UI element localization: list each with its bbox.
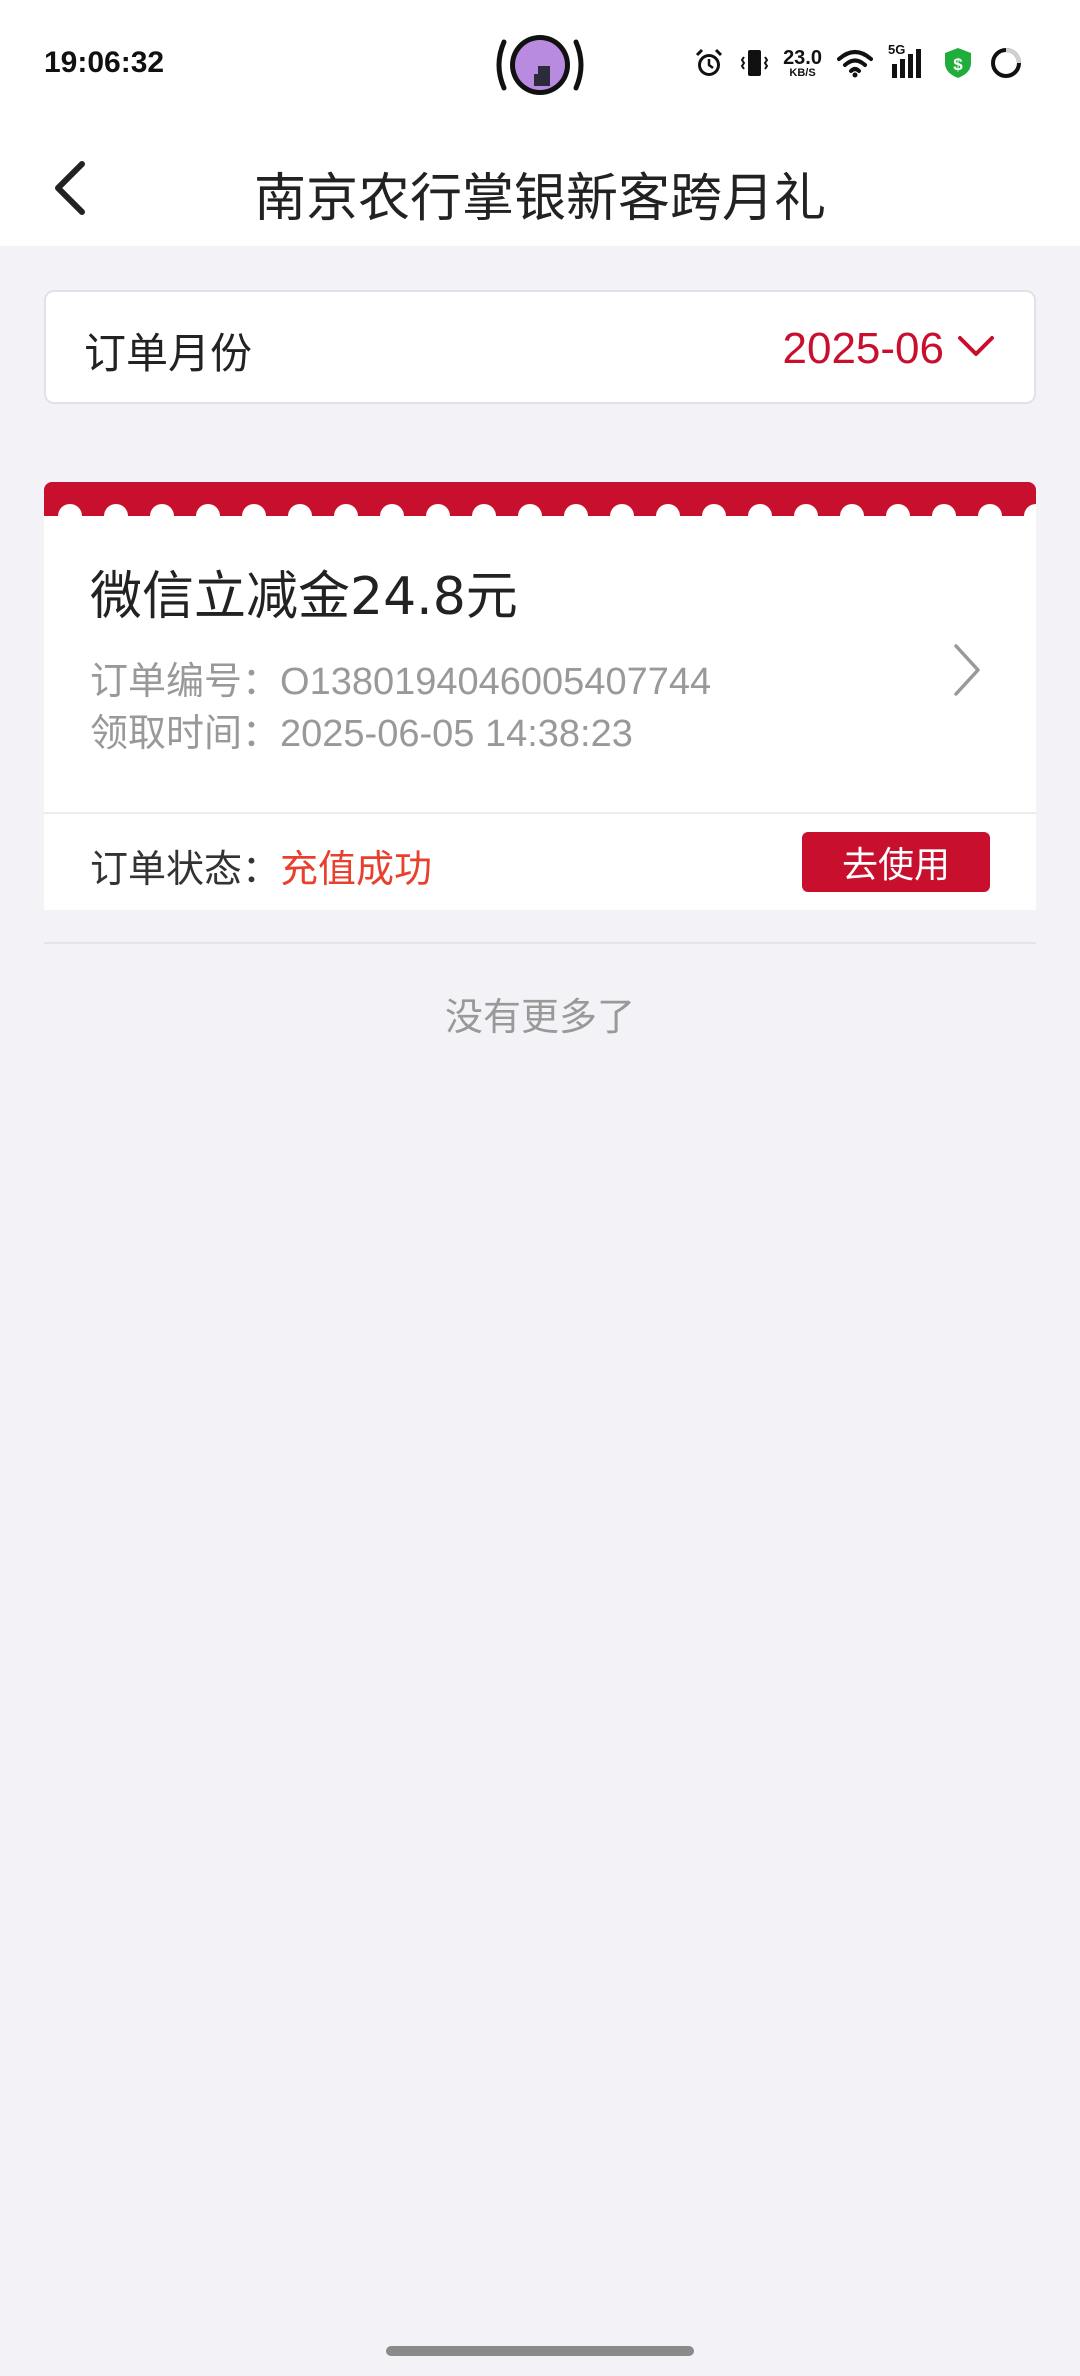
net-speed-unit: KB/S [789,66,816,79]
vibrate-icon [740,50,769,76]
loading-ring-icon [991,48,1021,78]
order-status-row: 订单状态：充值成功 [90,838,432,893]
claim-time-value: 2025-06-05 14:38:23 [280,713,633,755]
order-title: 微信立减金24.8元 [90,567,518,627]
use-button[interactable]: 去使用 [802,832,990,892]
order-status-value: 充值成功 [280,847,433,891]
status-icons: 23.0 KB/S 5G $ [693,38,1024,88]
no-more-text: 没有更多了 [444,995,635,1039]
wifi-icon [837,50,873,78]
order-number-label: 订单编号： [90,659,281,703]
card-divider [44,812,1036,814]
shield-dollar-icon: $ [945,48,971,78]
claim-time-label: 领取时间： [90,711,281,755]
status-bar: 19:06:32 23.0 KB/S 5G $ [0,0,1080,128]
status-time: 19:06:32 [44,46,165,79]
chevron-down-icon[interactable] [956,332,996,362]
month-value[interactable]: 2025-06 [783,324,944,374]
page-title: 南京农行掌银新客跨月礼 [253,169,826,229]
order-card[interactable]: 微信立减金24.8元 订单编号：O1380194046005407744 领取时… [44,482,1036,910]
chevron-right-icon[interactable] [950,642,984,698]
order-status-label: 订单状态： [90,847,281,891]
alarm-icon [696,48,723,76]
claim-time-row: 领取时间：2025-06-05 14:38:23 [90,702,633,757]
app-header: 南京农行掌银新客跨月礼 [0,128,1080,246]
signal-icon: 5G [888,42,928,80]
svg-text:$: $ [953,55,963,74]
net-speed: 23.0 KB/S [783,48,822,79]
month-selector[interactable]: 订单月份 2025-06 [44,290,1036,404]
order-number-value: O1380194046005407744 [280,661,712,703]
month-label: 订单月份 [84,329,253,378]
order-number-row: 订单编号：O1380194046005407744 [90,650,711,705]
card-ticket-edge [44,482,1036,516]
home-indicator[interactable] [386,2346,694,2356]
floating-avatar[interactable] [490,30,590,100]
list-divider [44,942,1036,944]
net-speed-value: 23.0 [783,46,822,69]
